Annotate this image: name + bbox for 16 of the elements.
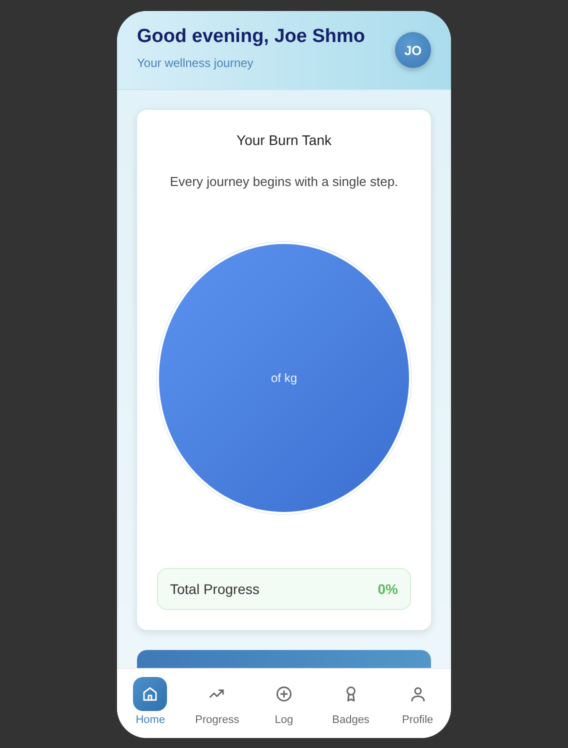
nav-tab[interactable]: Log <box>254 677 314 726</box>
tank-label: of kg <box>270 371 297 385</box>
total-progress-value: 0% <box>378 581 398 597</box>
greeting: Good evening, Joe Shmo <box>137 26 366 48</box>
card-title: Your Burn Tank <box>236 132 332 148</box>
subtitle: Your wellness journey <box>137 56 254 70</box>
message: Every journey begins with a single step. <box>170 174 398 189</box>
nav-tab[interactable]: Progress <box>187 677 248 726</box>
user-icon <box>408 685 427 703</box>
nav-tab[interactable]: Home <box>120 677 180 726</box>
nav-tab[interactable]: Badges <box>320 677 381 726</box>
total-progress-label: Total Progress <box>170 581 260 597</box>
home-icon <box>141 685 160 703</box>
avatar[interactable]: JO <box>395 32 431 68</box>
nav-tab[interactable]: Profile <box>388 677 448 726</box>
plus-circle-icon <box>274 685 293 703</box>
